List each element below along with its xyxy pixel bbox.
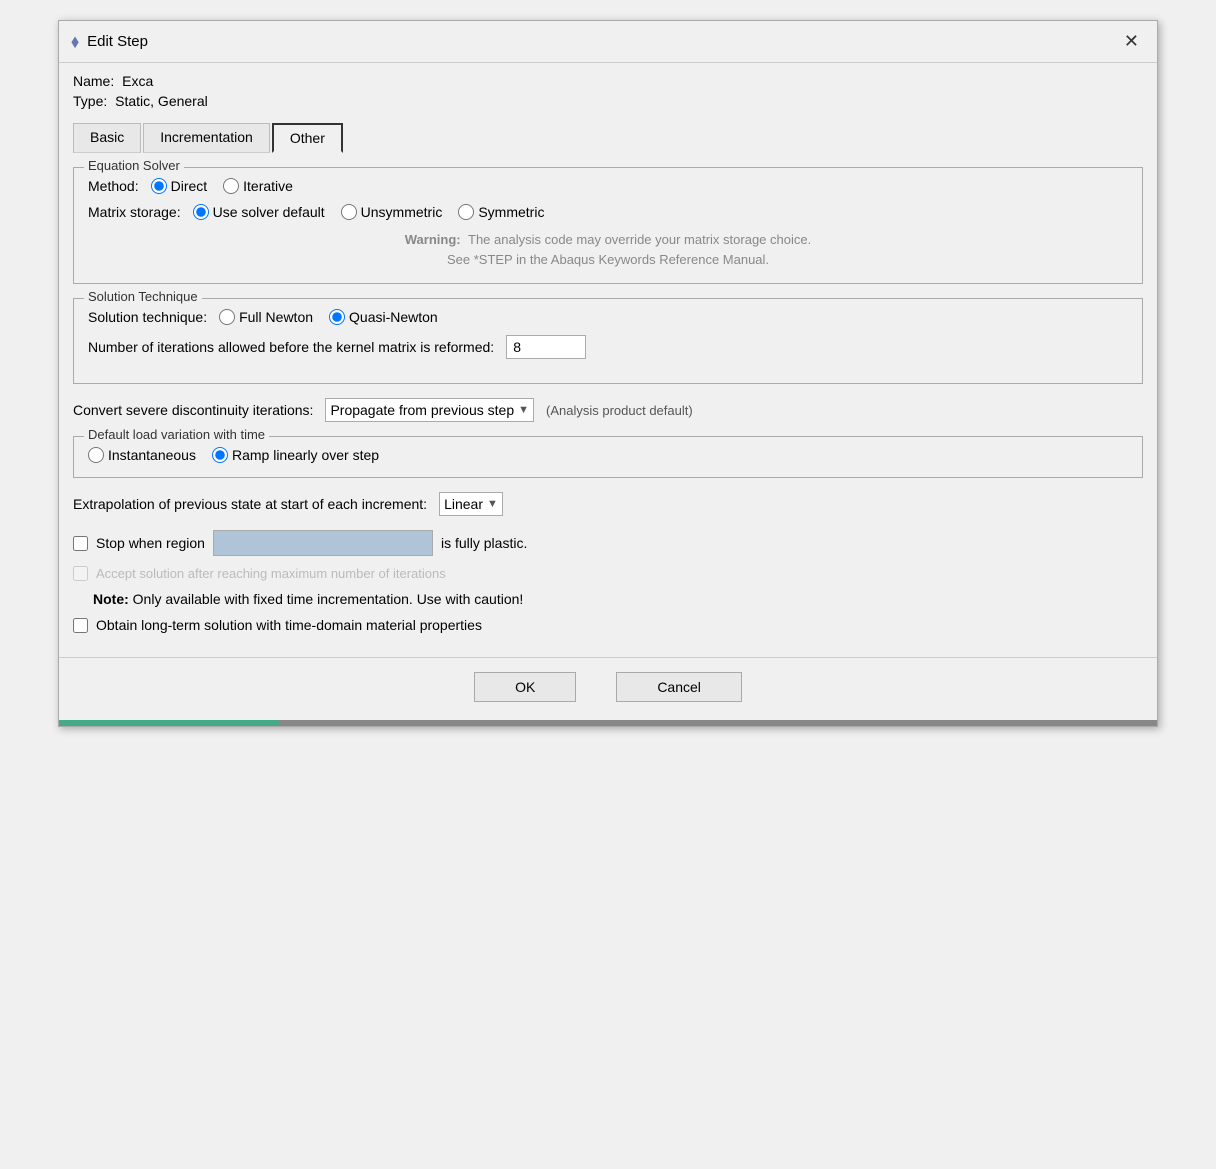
technique-full-newton[interactable]: Full Newton [219, 309, 313, 325]
extrapolation-dropdown-value: Linear [444, 496, 483, 512]
extrapolation-arrow-icon: ▼ [487, 498, 498, 510]
method-iterative[interactable]: Iterative [223, 178, 293, 194]
edit-step-dialog: ⬧ Edit Step ✕ Name: Exca Type: Static, G… [58, 20, 1158, 727]
ok-button[interactable]: OK [474, 672, 576, 702]
equation-solver-group: Equation Solver Method: Direct Iterative… [73, 167, 1143, 284]
matrix-row: Matrix storage: Use solver default Unsym… [88, 204, 1128, 220]
matrix-radio-group: Use solver default Unsymmetric Symmetric [193, 204, 545, 220]
matrix-label: Matrix storage: [88, 204, 181, 220]
title-bar-left: ⬧ Edit Step [71, 31, 148, 52]
solution-technique-group: Solution Technique Solution technique: F… [73, 298, 1143, 384]
matrix-solver-default[interactable]: Use solver default [193, 204, 325, 220]
extrapolation-row: Extrapolation of previous state at start… [73, 492, 1143, 516]
note-row: Note: Only available with fixed time inc… [93, 591, 1143, 607]
tab-basic[interactable]: Basic [73, 123, 141, 153]
tab-other[interactable]: Other [272, 123, 343, 153]
obtain-long-term-label: Obtain long-term solution with time-doma… [96, 617, 482, 633]
name-value: Exca [122, 73, 153, 89]
warning-text-1: The analysis code may override your matr… [468, 232, 811, 247]
method-row: Method: Direct Iterative [88, 178, 1128, 194]
title-bar: ⬧ Edit Step ✕ [59, 21, 1157, 63]
method-radio-group: Direct Iterative [151, 178, 293, 194]
name-row: Name: Exca [73, 73, 1143, 89]
discontinuity-label: Convert severe discontinuity iterations: [73, 402, 313, 418]
iterations-label: Number of iterations allowed before the … [88, 339, 494, 355]
method-label: Method: [88, 178, 139, 194]
note-normal: Only available with fixed time increment… [133, 591, 524, 607]
iterations-input[interactable] [506, 335, 586, 359]
accept-solution-checkbox[interactable] [73, 566, 88, 581]
dialog-title: Edit Step [87, 33, 148, 50]
region-input[interactable] [213, 530, 433, 556]
accept-solution-label: Accept solution after reaching maximum n… [96, 566, 446, 581]
stop-when-region-checkbox[interactable] [73, 536, 88, 551]
technique-label: Solution technique: [88, 309, 207, 325]
type-row: Type: Static, General [73, 93, 1143, 109]
extrapolation-label: Extrapolation of previous state at start… [73, 496, 427, 512]
discontinuity-note: (Analysis product default) [546, 403, 693, 418]
obtain-long-term-row: Obtain long-term solution with time-doma… [73, 617, 1143, 633]
button-row: OK Cancel [59, 657, 1157, 720]
dropdown-arrow-icon: ▼ [518, 404, 529, 416]
load-instantaneous[interactable]: Instantaneous [88, 447, 196, 463]
name-label: Name: [73, 73, 114, 89]
discontinuity-dropdown-value: Propagate from previous step [330, 402, 514, 418]
obtain-long-term-checkbox[interactable] [73, 618, 88, 633]
close-button[interactable]: ✕ [1118, 29, 1145, 54]
discontinuity-dropdown[interactable]: Propagate from previous step ▼ [325, 398, 534, 422]
stop-when-suffix: is fully plastic. [441, 535, 527, 551]
note-bold: Note: [93, 591, 129, 607]
accept-solution-row: Accept solution after reaching maximum n… [73, 566, 1143, 581]
dialog-icon: ⬧ [71, 31, 79, 52]
load-ramp[interactable]: Ramp linearly over step [212, 447, 379, 463]
warning-label: Warning: [405, 232, 461, 247]
load-variation-group: Default load variation with time Instant… [73, 436, 1143, 478]
stop-when-label: Stop when region [96, 535, 205, 551]
method-direct[interactable]: Direct [151, 178, 208, 194]
load-variation-label: Default load variation with time [84, 427, 269, 442]
content-area: Equation Solver Method: Direct Iterative… [59, 153, 1157, 657]
equation-solver-label: Equation Solver [84, 158, 184, 173]
technique-radio-group: Full Newton Quasi-Newton [219, 309, 438, 325]
warning-block: Warning: The analysis code may override … [88, 230, 1128, 269]
warning-text-2: See *STEP in the Abaqus Keywords Referen… [447, 252, 769, 267]
extrapolation-dropdown[interactable]: Linear ▼ [439, 492, 503, 516]
solution-technique-label: Solution Technique [84, 289, 202, 304]
load-variation-radio-group: Instantaneous Ramp linearly over step [88, 447, 1128, 463]
technique-row: Solution technique: Full Newton Quasi-Ne… [88, 309, 1128, 325]
discontinuity-row: Convert severe discontinuity iterations:… [73, 398, 1143, 422]
type-value: Static, General [115, 93, 208, 109]
tab-incrementation[interactable]: Incrementation [143, 123, 270, 153]
info-section: Name: Exca Type: Static, General [59, 63, 1157, 117]
bottom-bar [59, 720, 1157, 726]
type-label: Type: [73, 93, 107, 109]
stop-when-region-row: Stop when region is fully plastic. [73, 530, 1143, 556]
tabs-row: Basic Incrementation Other [59, 123, 1157, 153]
iterations-row: Number of iterations allowed before the … [88, 335, 1128, 359]
cancel-button[interactable]: Cancel [616, 672, 742, 702]
technique-quasi-newton[interactable]: Quasi-Newton [329, 309, 438, 325]
matrix-unsymmetric[interactable]: Unsymmetric [341, 204, 443, 220]
matrix-symmetric[interactable]: Symmetric [458, 204, 544, 220]
